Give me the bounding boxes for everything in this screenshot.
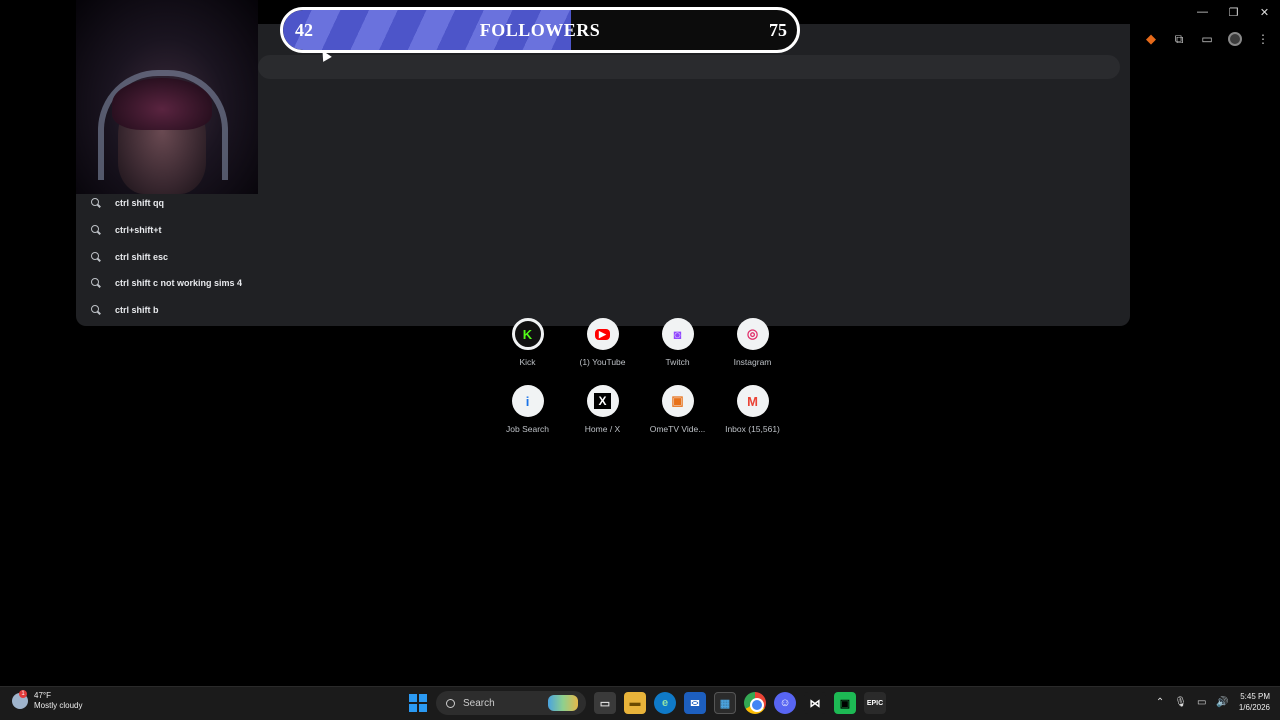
- job-search-icon: i: [511, 385, 544, 417]
- desktop-screen: — ❐ ✕ ◆ ⧉ ▭ ⋮ ctrl shift qq ctrl+shift+t…: [0, 0, 1280, 720]
- address-bar-input[interactable]: [258, 55, 1120, 79]
- weather-widget[interactable]: 1 47°F Mostly cloudy: [12, 690, 83, 711]
- shortcut-gmail[interactable]: M Inbox (15,561): [715, 385, 790, 434]
- youtube-icon: ▶: [586, 318, 619, 350]
- search-icon: [91, 225, 101, 235]
- search-icon: [91, 305, 101, 315]
- start-button[interactable]: [408, 693, 428, 713]
- green-app-icon[interactable]: ▣: [834, 692, 856, 714]
- minimize-icon[interactable]: —: [1187, 0, 1218, 24]
- window-controls: — ❐ ✕: [1187, 0, 1280, 24]
- followers-goal-bar: 42 FOLLOWERS 75: [280, 7, 800, 53]
- suggestion-item[interactable]: ctrl shift c not working sims 4: [86, 270, 686, 297]
- shortcut-kick[interactable]: K Kick: [490, 318, 565, 367]
- suggestion-label: ctrl shift b: [115, 305, 159, 316]
- tab-search-icon[interactable]: ▭: [1198, 30, 1216, 48]
- restore-icon[interactable]: ❐: [1218, 0, 1249, 24]
- suggestion-label: ctrl shift c not working sims 4: [115, 278, 243, 289]
- gmail-icon: M: [736, 385, 769, 417]
- task-view-icon[interactable]: ▭: [594, 692, 616, 714]
- close-icon[interactable]: ✕: [1249, 0, 1280, 24]
- network-icon[interactable]: ▭: [1197, 697, 1206, 708]
- clock-time: 5:45 PM: [1240, 692, 1270, 701]
- weather-condition: Mostly cloudy: [34, 701, 83, 710]
- mail-icon[interactable]: ✉: [684, 692, 706, 714]
- menu-kebab-icon[interactable]: ⋮: [1254, 30, 1272, 48]
- suggestion-label: ctrl shift qq: [115, 198, 164, 209]
- shortcut-label: Home / X: [584, 424, 621, 434]
- kick-icon: K: [511, 318, 544, 350]
- shortcut-ometv[interactable]: ▣ OmeTV Vide...: [640, 385, 715, 434]
- file-explorer-icon[interactable]: ▬: [624, 692, 646, 714]
- webcam-overlay: [76, 0, 258, 194]
- suggestion-list: ctrl shift qq ctrl+shift+t ctrl shift es…: [86, 190, 686, 323]
- suggestion-item[interactable]: ctrl shift qq: [86, 190, 686, 217]
- shortcut-x[interactable]: X Home / X: [565, 385, 640, 434]
- discord-icon[interactable]: ☺: [774, 692, 796, 714]
- weather-icon: 1: [12, 690, 28, 709]
- browser-toolbar-right: ◆ ⧉ ▭ ⋮: [1142, 30, 1272, 48]
- suggestion-item[interactable]: ctrl+shift+t: [86, 217, 686, 244]
- capcut-icon[interactable]: ⋈: [804, 692, 826, 714]
- microphone-icon[interactable]: 🎙: [1174, 697, 1187, 708]
- search-icon: [91, 278, 101, 288]
- taskbar: 1 47°F Mostly cloudy Search ▭ ▬ e ✉ ▦ ☺ …: [0, 686, 1280, 720]
- fox-extension-icon[interactable]: ◆: [1142, 30, 1160, 48]
- edge-icon[interactable]: e: [654, 692, 676, 714]
- search-icon: [91, 251, 101, 262]
- ometv-icon: ▣: [661, 385, 694, 417]
- followers-label: FOLLOWERS: [479, 20, 601, 40]
- suggestion-item[interactable]: ctrl shift esc: [86, 243, 686, 270]
- system-tray: ⌃ 🎙 ▭ 🔊 5:45 PM 1/6/2026: [1156, 691, 1270, 713]
- shortcut-label: Job Search: [506, 424, 549, 434]
- shortcut-grid: K Kick ▶ (1) YouTube ◙ Twitch ◎ Instagra…: [490, 318, 790, 434]
- weather-temp: 47°F: [34, 691, 51, 700]
- twitch-icon: ◙: [661, 318, 694, 350]
- extensions-icon[interactable]: ⧉: [1170, 30, 1188, 48]
- shortcut-label: OmeTV Vide...: [649, 424, 706, 434]
- chrome-icon[interactable]: [744, 692, 766, 714]
- shortcut-job-search[interactable]: i Job Search: [490, 385, 565, 434]
- shortcut-label: Twitch: [665, 357, 690, 367]
- profile-avatar[interactable]: [1226, 30, 1244, 48]
- weather-badge: 1: [19, 690, 27, 698]
- taskbar-search[interactable]: Search: [436, 691, 586, 715]
- followers-goal: 75: [769, 20, 787, 40]
- volume-icon[interactable]: 🔊: [1216, 697, 1228, 708]
- search-highlight-icon: [548, 695, 578, 711]
- suggestion-label: ctrl+shift+t: [115, 225, 162, 236]
- x-icon: X: [586, 385, 619, 417]
- shortcut-twitch[interactable]: ◙ Twitch: [640, 318, 715, 367]
- store-icon[interactable]: ▦: [714, 692, 736, 714]
- suggestion-label: ctrl shift esc: [115, 251, 169, 262]
- shortcut-label: (1) YouTube: [579, 357, 626, 367]
- clock-date: 1/6/2026: [1238, 703, 1270, 712]
- shortcut-label: Instagram: [733, 357, 772, 367]
- search-icon: [446, 698, 455, 708]
- taskbar-apps: Search ▭ ▬ e ✉ ▦ ☺ ⋈ ▣ EPIC: [408, 691, 886, 715]
- search-icon: [91, 198, 101, 208]
- instagram-icon: ◎: [736, 318, 769, 350]
- epic-games-icon[interactable]: EPIC: [864, 692, 886, 714]
- webcam-hair: [112, 78, 212, 130]
- shortcut-instagram[interactable]: ◎ Instagram: [715, 318, 790, 367]
- taskbar-search-label: Search: [463, 697, 495, 709]
- shortcut-label: Inbox (15,561): [725, 424, 780, 434]
- chevron-up-icon[interactable]: ⌃: [1156, 697, 1164, 708]
- shortcut-youtube[interactable]: ▶ (1) YouTube: [565, 318, 640, 367]
- clock[interactable]: 5:45 PM 1/6/2026: [1239, 691, 1270, 713]
- shortcut-label: Kick: [519, 357, 536, 367]
